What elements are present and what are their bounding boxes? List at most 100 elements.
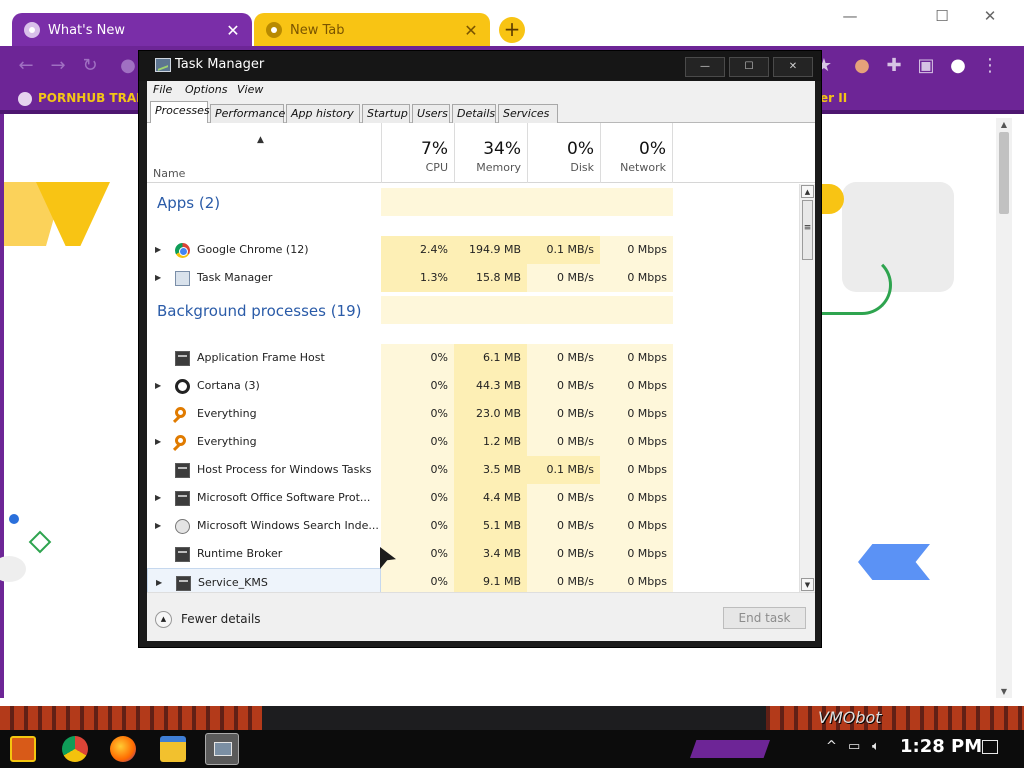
- expand-chevron-icon[interactable]: ▶: [155, 512, 161, 540]
- process-row[interactable]: 0% 3.5 MB 0.1 MB/s 0 Mbps Host Process for W…: [147, 456, 799, 484]
- process-row[interactable]: 0% 1.2 MB 0 MB/s 0 Mbps ▶ Everything: [147, 428, 799, 456]
- network-cell: 0 Mbps: [600, 264, 673, 292]
- notification-center-icon[interactable]: [982, 740, 998, 754]
- tab-performance[interactable]: Performance: [210, 104, 285, 123]
- extensions-puzzle-icon[interactable]: ✚: [882, 54, 906, 78]
- cpu-cell: 1.3%: [381, 264, 454, 292]
- process-row[interactable]: 0% 5.1 MB 0 MB/s 0 Mbps ▶ Microsoft Windows S…: [147, 512, 799, 540]
- process-list-scrollbar[interactable]: ▲ ≡ ▼: [799, 184, 815, 592]
- expand-chevron-icon[interactable]: ▶: [155, 236, 161, 264]
- start-menu-icon[interactable]: [10, 736, 36, 762]
- column-header-disk[interactable]: 0% Disk: [527, 123, 600, 183]
- expand-chevron-icon[interactable]: ▶: [155, 372, 161, 400]
- forward-arrow-icon[interactable]: →: [46, 54, 70, 78]
- sort-ascending-icon[interactable]: ▲: [257, 135, 264, 145]
- tab-services[interactable]: Services: [498, 104, 558, 123]
- network-cell: 0 Mbps: [600, 428, 673, 456]
- column-header-memory[interactable]: 34% Memory: [454, 123, 527, 183]
- process-row[interactable]: 0% 6.1 MB 0 MB/s 0 Mbps Application Frame Ho…: [147, 344, 799, 372]
- process-name: Everything: [197, 435, 257, 448]
- expand-chevron-icon[interactable]: ▶: [155, 484, 161, 512]
- column-header-network[interactable]: 0% Network: [600, 123, 673, 183]
- page-scrollbar[interactable]: ▲ ▼: [996, 118, 1012, 698]
- browser-maximize-button[interactable]: ☐: [922, 4, 962, 28]
- process-row[interactable]: 0% 9.1 MB 0 MB/s 0 Mbps ▶ Service_KMS: [147, 568, 799, 592]
- process-name: Runtime Broker: [197, 547, 283, 560]
- expand-chevron-icon[interactable]: ▶: [155, 428, 161, 456]
- memory-cell: 5.1 MB: [454, 512, 527, 540]
- scroll-up-arrow-icon[interactable]: ▲: [996, 120, 1012, 129]
- reload-icon[interactable]: ↻: [78, 54, 102, 78]
- tab-startup[interactable]: Startup: [362, 104, 410, 123]
- process-row[interactable]: 0% 3.4 MB 0 MB/s 0 Mbps Runtime Broker: [147, 540, 799, 568]
- page-scroll-thumb[interactable]: [999, 132, 1009, 214]
- menu-options[interactable]: Options: [185, 83, 227, 96]
- browser-close-button[interactable]: ✕: [970, 4, 1010, 28]
- menu-view[interactable]: View: [237, 83, 263, 96]
- disk-cell: 0 MB/s: [527, 264, 600, 292]
- new-tab-button[interactable]: +: [499, 17, 525, 43]
- tab-processes[interactable]: Processes: [150, 101, 210, 124]
- process-name-cell: ▶ Cortana (3): [147, 372, 381, 400]
- scroll-up-arrow-icon[interactable]: ▲: [801, 185, 814, 198]
- memory-cell: 23.0 MB: [454, 400, 527, 428]
- tab-new-tab[interactable]: New Tab ✕: [254, 13, 490, 47]
- scroll-down-arrow-icon[interactable]: ▼: [801, 578, 814, 591]
- tab-app-history[interactable]: App history: [286, 104, 360, 123]
- disk-cell: 0 MB/s: [527, 344, 600, 372]
- cortana-icon: [175, 379, 190, 394]
- side-panel-icon[interactable]: ▣: [914, 54, 938, 78]
- scroll-thumb[interactable]: ≡: [802, 200, 813, 260]
- browser-minimize-button[interactable]: —: [830, 4, 870, 28]
- account-avatar-icon[interactable]: ●: [946, 54, 970, 78]
- profile-extension-icon[interactable]: ●: [850, 54, 874, 78]
- process-name: Everything: [197, 407, 257, 420]
- process-row[interactable]: 0% 44.3 MB 0 MB/s 0 Mbps ▶ Cortana (3): [147, 372, 799, 400]
- volume-icon[interactable]: 🔈︎: [872, 739, 880, 754]
- memory-cell: 4.4 MB: [454, 484, 527, 512]
- column-header-cpu[interactable]: 7% CPU: [381, 123, 454, 183]
- tab-details[interactable]: Details: [452, 104, 496, 123]
- bookmark-item[interactable]: er II: [820, 91, 847, 105]
- maximize-button[interactable]: ☐: [729, 57, 769, 77]
- taskbar-clock[interactable]: 1:28 PM: [900, 736, 982, 757]
- task-manager-titlebar[interactable]: Task Manager — ☐ ✕: [139, 51, 821, 81]
- taskbar-chrome-icon[interactable]: [62, 736, 88, 762]
- process-row[interactable]: 2.4% 194.9 MB 0.1 MB/s 0 Mbps ▶ Google Chrome…: [147, 236, 799, 264]
- window-title: Task Manager: [175, 57, 265, 72]
- fewer-details-link[interactable]: Fewer details: [181, 612, 261, 626]
- process-row[interactable]: 0% 4.4 MB 0 MB/s 0 Mbps ▶ Microsoft Office So…: [147, 484, 799, 512]
- close-tab-icon[interactable]: ✕: [224, 21, 242, 40]
- browser-menu-icon[interactable]: ⋮: [978, 54, 1002, 78]
- back-arrow-icon[interactable]: ←: [14, 54, 38, 78]
- taskbar-firefox-icon[interactable]: [110, 736, 136, 762]
- scroll-down-arrow-icon[interactable]: ▼: [996, 687, 1012, 696]
- process-group-header[interactable]: Apps (2): [147, 188, 799, 228]
- tab-whats-new[interactable]: What's New ✕: [12, 13, 252, 47]
- minimize-button[interactable]: —: [685, 57, 725, 77]
- end-task-button[interactable]: End task: [723, 607, 806, 629]
- taskbar-file-explorer-icon[interactable]: [160, 736, 186, 762]
- column-header-name[interactable]: Name: [153, 167, 185, 180]
- network-cell: 0 Mbps: [600, 456, 673, 484]
- tab-users[interactable]: Users: [412, 104, 450, 123]
- process-row[interactable]: 1.3% 15.8 MB 0 MB/s 0 Mbps ▶ Task Manager: [147, 264, 799, 292]
- process-name-cell: Application Frame Host: [147, 344, 381, 372]
- collapse-details-icon[interactable]: ▲: [155, 611, 172, 628]
- expand-chevron-icon[interactable]: ▶: [155, 264, 161, 292]
- network-icon[interactable]: ▭: [848, 739, 860, 754]
- taskbar-task-manager-icon[interactable]: [205, 733, 239, 765]
- process-row[interactable]: 0% 23.0 MB 0 MB/s 0 Mbps Everything: [147, 400, 799, 428]
- expand-chevron-icon[interactable]: ▶: [156, 569, 162, 592]
- column-header-row: ▲ Name 7% CPU 34% Memory 0% Disk 0% Netw…: [147, 123, 815, 183]
- cpu-label: CPU: [425, 161, 448, 174]
- search-indexer-icon: [175, 519, 190, 534]
- process-group-header[interactable]: Background processes (19): [147, 296, 799, 336]
- process-name-cell: ▶ Google Chrome (12): [147, 236, 381, 264]
- site-info-icon[interactable]: ●: [116, 54, 140, 78]
- close-button[interactable]: ✕: [773, 57, 813, 77]
- tray-overflow-chevron-icon[interactable]: ^: [826, 739, 837, 754]
- bookmark-item[interactable]: PORNHUB TRAN: [18, 91, 146, 106]
- menu-file[interactable]: File: [153, 83, 172, 96]
- close-tab-icon[interactable]: ✕: [462, 21, 480, 40]
